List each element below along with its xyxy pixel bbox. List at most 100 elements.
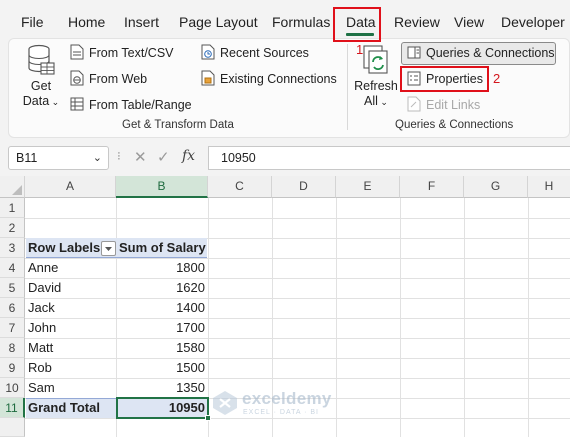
existing-connections-label: Existing Connections xyxy=(220,72,337,86)
row-header-10[interactable]: 10 xyxy=(0,378,25,398)
tab-review[interactable]: Review xyxy=(394,0,440,40)
select-all-corner[interactable] xyxy=(0,176,25,198)
column-header-b[interactable]: B xyxy=(116,176,208,198)
from-text-csv-label: From Text/CSV xyxy=(89,46,174,60)
pivot-row-value[interactable]: 1580 xyxy=(117,338,208,358)
cancel-entry-icon[interactable]: ✕ xyxy=(134,148,147,166)
row-header-12[interactable] xyxy=(0,418,25,437)
existing-connections-button[interactable]: Existing Connections xyxy=(201,68,337,90)
chevron-down-icon: ⌄ xyxy=(377,97,388,107)
get-data-label: Get xyxy=(30,79,52,93)
tab-file[interactable]: File xyxy=(21,0,44,40)
queries-connections-button[interactable]: Queries & Connections xyxy=(407,42,555,64)
queries-connections-label: Queries & Connections xyxy=(426,46,555,60)
formula-input[interactable]: 10950 xyxy=(208,146,570,170)
pivot-row-label[interactable]: Rob xyxy=(28,358,114,378)
formula-buttons: ⁝ ✕ ✓ fx xyxy=(114,146,204,170)
pivot-row-value[interactable]: 1700 xyxy=(117,318,208,338)
pivot-row-labels-header[interactable]: Row Labels xyxy=(28,238,100,258)
edit-links-button: Edit Links xyxy=(407,94,480,116)
ribbon-tab-bar: File Home Insert Page Layout Formulas Da… xyxy=(0,0,570,40)
insert-function-icon[interactable]: fx xyxy=(182,148,195,164)
queries-pane-icon xyxy=(407,44,421,60)
web-page-icon xyxy=(70,70,84,86)
tab-view[interactable]: View xyxy=(454,0,484,40)
pivot-row-value[interactable]: 1620 xyxy=(117,278,208,298)
recent-sources-icon xyxy=(201,44,215,60)
text-file-icon xyxy=(70,44,84,60)
grand-total-label[interactable]: Grand Total xyxy=(28,398,114,418)
tab-page-layout[interactable]: Page Layout xyxy=(179,0,258,40)
get-transform-group-label: Get & Transform Data xyxy=(122,119,234,131)
column-header-h[interactable]: H xyxy=(528,176,570,198)
filter-arrow-icon xyxy=(105,247,112,251)
column-header-d[interactable]: D xyxy=(272,176,336,198)
edit-links-label: Edit Links xyxy=(426,98,481,112)
pivot-row-value[interactable]: 1350 xyxy=(117,378,208,398)
row-header-3[interactable]: 3 xyxy=(0,238,25,258)
refresh-label: Refresh xyxy=(354,79,398,93)
recent-sources-label: Recent Sources xyxy=(220,46,309,60)
filter-dropdown-button[interactable] xyxy=(101,241,116,256)
row-header-1[interactable]: 1 xyxy=(0,198,25,218)
watermark-name: exceldemy xyxy=(242,389,332,408)
confirm-entry-icon[interactable]: ✓ xyxy=(157,148,170,166)
pivot-row-label[interactable]: John xyxy=(28,318,114,338)
tab-developer[interactable]: Developer xyxy=(501,0,565,40)
more-options-icon: ⁝ xyxy=(117,149,121,163)
name-box[interactable]: B11 ⌄ xyxy=(8,146,109,170)
database-icon xyxy=(28,44,55,75)
row-header-2[interactable]: 2 xyxy=(0,218,25,238)
from-table-range-button[interactable]: From Table/Range xyxy=(70,94,192,116)
properties-highlight-box xyxy=(400,66,489,92)
pivot-row-label[interactable]: Anne xyxy=(28,258,114,278)
edit-links-icon xyxy=(407,96,421,112)
pivot-row-value[interactable]: 1500 xyxy=(117,358,208,378)
column-header-c[interactable]: C xyxy=(208,176,272,198)
grid-line xyxy=(25,218,570,219)
column-header-a[interactable]: A xyxy=(25,176,116,198)
from-web-button[interactable]: From Web xyxy=(70,68,147,90)
tab-insert[interactable]: Insert xyxy=(124,0,159,40)
group-separator xyxy=(347,44,348,130)
row-header-9[interactable]: 9 xyxy=(0,358,25,378)
from-table-range-label: From Table/Range xyxy=(89,98,192,112)
exceldemy-logo-icon xyxy=(213,391,237,415)
row-header-8[interactable]: 8 xyxy=(0,338,25,358)
from-web-label: From Web xyxy=(89,72,148,86)
pivot-row-label[interactable]: Matt xyxy=(28,338,114,358)
from-text-csv-button[interactable]: From Text/CSV xyxy=(70,42,174,64)
exceldemy-watermark: exceldemy EXCEL · DATA · BI xyxy=(212,386,362,426)
chevron-down-icon: ⌄ xyxy=(49,97,60,107)
data-tab-highlight-box xyxy=(333,7,381,42)
row-header-5[interactable]: 5 xyxy=(0,278,25,298)
queries-connections-group-label: Queries & Connections xyxy=(395,119,514,131)
row-header-11[interactable]: 11 xyxy=(0,398,25,418)
tab-home[interactable]: Home xyxy=(68,0,105,40)
get-data-label-2: Data ⌄ xyxy=(22,94,60,108)
existing-connections-icon xyxy=(201,70,215,86)
watermark-tagline: EXCEL · DATA · BI xyxy=(243,409,319,416)
column-header-e[interactable]: E xyxy=(336,176,400,198)
annotation-number-2: 2 xyxy=(493,71,501,86)
recent-sources-button[interactable]: Recent Sources xyxy=(201,42,309,64)
annotation-number-1: 1 xyxy=(356,42,364,57)
pivot-sum-header[interactable]: Sum of Salary xyxy=(119,238,207,258)
tab-formulas[interactable]: Formulas xyxy=(272,0,330,40)
column-header-f[interactable]: F xyxy=(400,176,464,198)
pivot-row-label[interactable]: Sam xyxy=(28,378,114,398)
selected-cell-outline xyxy=(116,397,209,419)
pivot-row-value[interactable]: 1800 xyxy=(117,258,208,278)
row-header-6[interactable]: 6 xyxy=(0,298,25,318)
row-header-4[interactable]: 4 xyxy=(0,258,25,278)
fill-handle[interactable] xyxy=(205,415,211,421)
column-header-g[interactable]: G xyxy=(464,176,528,198)
pivot-row-label[interactable]: Jack xyxy=(28,298,114,318)
get-data-button[interactable]: Get Data ⌄ xyxy=(22,44,60,114)
pivot-row-label[interactable]: David xyxy=(28,278,114,298)
pivot-row-value[interactable]: 1400 xyxy=(117,298,208,318)
select-all-icon xyxy=(12,185,22,195)
refresh-all-label: All ⌄ xyxy=(364,94,388,108)
chevron-down-icon[interactable]: ⌄ xyxy=(93,147,102,169)
row-header-7[interactable]: 7 xyxy=(0,318,25,338)
